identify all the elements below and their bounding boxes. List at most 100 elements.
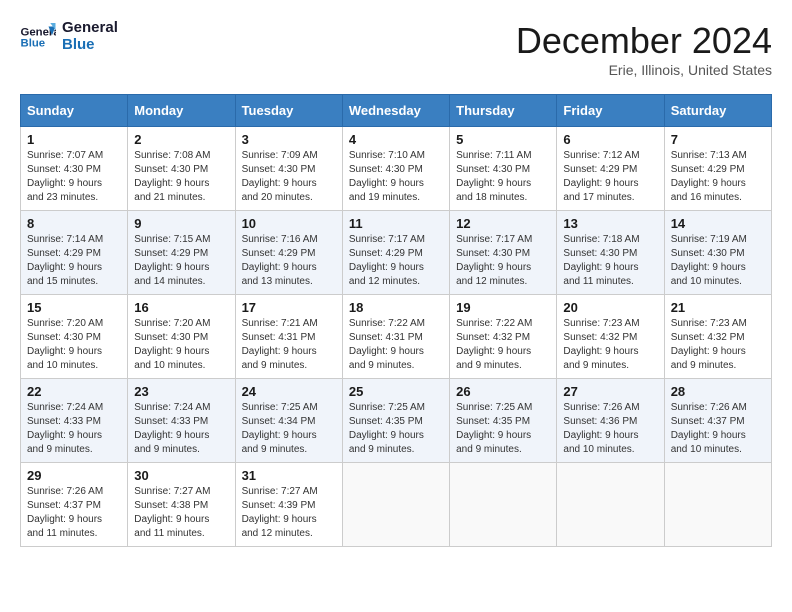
day-number: 16 xyxy=(134,300,228,315)
day-cell xyxy=(557,463,664,547)
day-cell xyxy=(342,463,449,547)
day-cell: 25 Sunrise: 7:25 AM Sunset: 4:35 PM Dayl… xyxy=(342,379,449,463)
day-info: Sunrise: 7:22 AM Sunset: 4:31 PM Dayligh… xyxy=(349,317,443,373)
day-cell: 30 Sunrise: 7:27 AM Sunset: 4:38 PM Dayl… xyxy=(128,463,235,547)
page-header: General Blue General Blue December 2024 … xyxy=(20,20,772,78)
day-info: Sunrise: 7:24 AM Sunset: 4:33 PM Dayligh… xyxy=(27,401,121,457)
day-number: 18 xyxy=(349,300,443,315)
day-number: 10 xyxy=(242,216,336,231)
week-row-4: 22 Sunrise: 7:24 AM Sunset: 4:33 PM Dayl… xyxy=(21,379,772,463)
day-cell: 18 Sunrise: 7:22 AM Sunset: 4:31 PM Dayl… xyxy=(342,295,449,379)
day-info: Sunrise: 7:27 AM Sunset: 4:38 PM Dayligh… xyxy=(134,485,228,541)
week-row-1: 1 Sunrise: 7:07 AM Sunset: 4:30 PM Dayli… xyxy=(21,127,772,211)
day-info: Sunrise: 7:23 AM Sunset: 4:32 PM Dayligh… xyxy=(563,317,657,373)
day-cell: 1 Sunrise: 7:07 AM Sunset: 4:30 PM Dayli… xyxy=(21,127,128,211)
day-info: Sunrise: 7:26 AM Sunset: 4:36 PM Dayligh… xyxy=(563,401,657,457)
day-cell: 5 Sunrise: 7:11 AM Sunset: 4:30 PM Dayli… xyxy=(450,127,557,211)
day-info: Sunrise: 7:17 AM Sunset: 4:30 PM Dayligh… xyxy=(456,233,550,289)
day-cell: 6 Sunrise: 7:12 AM Sunset: 4:29 PM Dayli… xyxy=(557,127,664,211)
day-cell: 2 Sunrise: 7:08 AM Sunset: 4:30 PM Dayli… xyxy=(128,127,235,211)
day-number: 26 xyxy=(456,384,550,399)
day-number: 2 xyxy=(134,132,228,147)
day-cell: 4 Sunrise: 7:10 AM Sunset: 4:30 PM Dayli… xyxy=(342,127,449,211)
day-info: Sunrise: 7:24 AM Sunset: 4:33 PM Dayligh… xyxy=(134,401,228,457)
day-number: 5 xyxy=(456,132,550,147)
day-cell: 26 Sunrise: 7:25 AM Sunset: 4:35 PM Dayl… xyxy=(450,379,557,463)
title-block: December 2024 Erie, Illinois, United Sta… xyxy=(516,20,772,78)
day-number: 27 xyxy=(563,384,657,399)
day-info: Sunrise: 7:12 AM Sunset: 4:29 PM Dayligh… xyxy=(563,149,657,205)
location: Erie, Illinois, United States xyxy=(516,62,772,78)
day-cell: 8 Sunrise: 7:14 AM Sunset: 4:29 PM Dayli… xyxy=(21,211,128,295)
day-number: 20 xyxy=(563,300,657,315)
day-cell: 11 Sunrise: 7:17 AM Sunset: 4:29 PM Dayl… xyxy=(342,211,449,295)
svg-text:Blue: Blue xyxy=(21,37,46,49)
day-cell: 12 Sunrise: 7:17 AM Sunset: 4:30 PM Dayl… xyxy=(450,211,557,295)
day-info: Sunrise: 7:16 AM Sunset: 4:29 PM Dayligh… xyxy=(242,233,336,289)
day-number: 6 xyxy=(563,132,657,147)
day-cell: 17 Sunrise: 7:21 AM Sunset: 4:31 PM Dayl… xyxy=(235,295,342,379)
week-row-5: 29 Sunrise: 7:26 AM Sunset: 4:37 PM Dayl… xyxy=(21,463,772,547)
day-number: 14 xyxy=(671,216,765,231)
day-info: Sunrise: 7:20 AM Sunset: 4:30 PM Dayligh… xyxy=(27,317,121,373)
weekday-header-row: SundayMondayTuesdayWednesdayThursdayFrid… xyxy=(21,95,772,127)
day-info: Sunrise: 7:13 AM Sunset: 4:29 PM Dayligh… xyxy=(671,149,765,205)
day-info: Sunrise: 7:09 AM Sunset: 4:30 PM Dayligh… xyxy=(242,149,336,205)
weekday-header-wednesday: Wednesday xyxy=(342,95,449,127)
day-info: Sunrise: 7:27 AM Sunset: 4:39 PM Dayligh… xyxy=(242,485,336,541)
day-cell: 16 Sunrise: 7:20 AM Sunset: 4:30 PM Dayl… xyxy=(128,295,235,379)
day-number: 23 xyxy=(134,384,228,399)
day-cell xyxy=(664,463,771,547)
day-number: 11 xyxy=(349,216,443,231)
day-cell: 20 Sunrise: 7:23 AM Sunset: 4:32 PM Dayl… xyxy=(557,295,664,379)
day-number: 30 xyxy=(134,468,228,483)
logo-general: General xyxy=(62,20,118,37)
day-cell: 27 Sunrise: 7:26 AM Sunset: 4:36 PM Dayl… xyxy=(557,379,664,463)
calendar-table: SundayMondayTuesdayWednesdayThursdayFrid… xyxy=(20,94,772,547)
day-number: 25 xyxy=(349,384,443,399)
month-title: December 2024 xyxy=(516,20,772,62)
day-info: Sunrise: 7:10 AM Sunset: 4:30 PM Dayligh… xyxy=(349,149,443,205)
day-number: 21 xyxy=(671,300,765,315)
day-cell: 22 Sunrise: 7:24 AM Sunset: 4:33 PM Dayl… xyxy=(21,379,128,463)
day-info: Sunrise: 7:26 AM Sunset: 4:37 PM Dayligh… xyxy=(27,485,121,541)
day-info: Sunrise: 7:21 AM Sunset: 4:31 PM Dayligh… xyxy=(242,317,336,373)
day-cell: 10 Sunrise: 7:16 AM Sunset: 4:29 PM Dayl… xyxy=(235,211,342,295)
day-cell: 29 Sunrise: 7:26 AM Sunset: 4:37 PM Dayl… xyxy=(21,463,128,547)
day-info: Sunrise: 7:19 AM Sunset: 4:30 PM Dayligh… xyxy=(671,233,765,289)
day-info: Sunrise: 7:25 AM Sunset: 4:34 PM Dayligh… xyxy=(242,401,336,457)
weekday-header-tuesday: Tuesday xyxy=(235,95,342,127)
day-cell: 28 Sunrise: 7:26 AM Sunset: 4:37 PM Dayl… xyxy=(664,379,771,463)
day-cell: 31 Sunrise: 7:27 AM Sunset: 4:39 PM Dayl… xyxy=(235,463,342,547)
day-info: Sunrise: 7:07 AM Sunset: 4:30 PM Dayligh… xyxy=(27,149,121,205)
weekday-header-saturday: Saturday xyxy=(664,95,771,127)
day-number: 29 xyxy=(27,468,121,483)
day-number: 3 xyxy=(242,132,336,147)
day-info: Sunrise: 7:22 AM Sunset: 4:32 PM Dayligh… xyxy=(456,317,550,373)
day-cell: 24 Sunrise: 7:25 AM Sunset: 4:34 PM Dayl… xyxy=(235,379,342,463)
day-cell: 3 Sunrise: 7:09 AM Sunset: 4:30 PM Dayli… xyxy=(235,127,342,211)
day-info: Sunrise: 7:14 AM Sunset: 4:29 PM Dayligh… xyxy=(27,233,121,289)
day-cell: 23 Sunrise: 7:24 AM Sunset: 4:33 PM Dayl… xyxy=(128,379,235,463)
day-number: 17 xyxy=(242,300,336,315)
weekday-header-sunday: Sunday xyxy=(21,95,128,127)
day-info: Sunrise: 7:08 AM Sunset: 4:30 PM Dayligh… xyxy=(134,149,228,205)
day-info: Sunrise: 7:15 AM Sunset: 4:29 PM Dayligh… xyxy=(134,233,228,289)
day-info: Sunrise: 7:18 AM Sunset: 4:30 PM Dayligh… xyxy=(563,233,657,289)
day-number: 19 xyxy=(456,300,550,315)
day-number: 1 xyxy=(27,132,121,147)
day-number: 24 xyxy=(242,384,336,399)
day-cell: 13 Sunrise: 7:18 AM Sunset: 4:30 PM Dayl… xyxy=(557,211,664,295)
day-number: 7 xyxy=(671,132,765,147)
day-info: Sunrise: 7:17 AM Sunset: 4:29 PM Dayligh… xyxy=(349,233,443,289)
day-cell: 9 Sunrise: 7:15 AM Sunset: 4:29 PM Dayli… xyxy=(128,211,235,295)
day-cell: 7 Sunrise: 7:13 AM Sunset: 4:29 PM Dayli… xyxy=(664,127,771,211)
day-info: Sunrise: 7:11 AM Sunset: 4:30 PM Dayligh… xyxy=(456,149,550,205)
day-info: Sunrise: 7:23 AM Sunset: 4:32 PM Dayligh… xyxy=(671,317,765,373)
day-number: 22 xyxy=(27,384,121,399)
logo-icon: General Blue xyxy=(20,23,56,51)
weekday-header-thursday: Thursday xyxy=(450,95,557,127)
day-number: 4 xyxy=(349,132,443,147)
day-number: 13 xyxy=(563,216,657,231)
week-row-2: 8 Sunrise: 7:14 AM Sunset: 4:29 PM Dayli… xyxy=(21,211,772,295)
